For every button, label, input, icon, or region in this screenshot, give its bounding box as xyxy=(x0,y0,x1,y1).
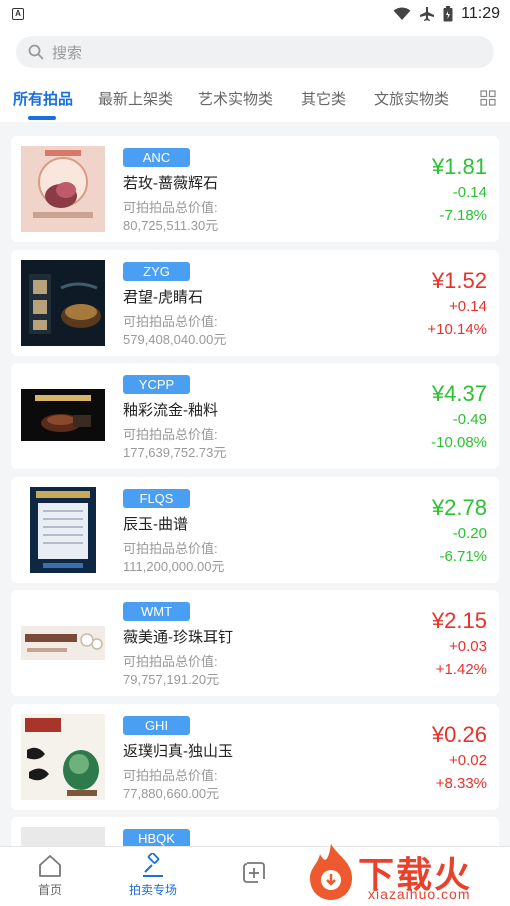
currency-symbol: ¥ xyxy=(431,721,445,747)
item-name: 釉彩流金-釉料 xyxy=(123,402,218,419)
item-price: ¥1.81 xyxy=(432,154,487,180)
item-price: ¥2.15 xyxy=(432,608,487,634)
item-price: ¥4.37 xyxy=(432,381,487,407)
watermark-logo: 下载火 xiazaihuo.com xyxy=(300,840,510,906)
item-thumbnail xyxy=(21,146,105,232)
item-card[interactable]: ANC 若玫-蔷薇辉石 可拍拍品总价值: 80,725,511.30元 ¥1.8… xyxy=(11,136,499,242)
item-price-value: 2.15 xyxy=(444,608,487,633)
item-change-percent: +8.33% xyxy=(435,774,487,792)
clock: 11:29 xyxy=(461,5,500,22)
total-value-label: 可拍拍品总价值: xyxy=(123,767,218,783)
item-change: -0.14 xyxy=(452,184,487,201)
item-name: 君望-虎睛石 xyxy=(123,288,203,306)
item-card[interactable]: ZYG 君望-虎睛石 可拍拍品总价值: 579,408,040.00元 ¥1.5… xyxy=(11,249,499,356)
total-value-label: 可拍拍品总价值: xyxy=(123,313,218,329)
search-icon xyxy=(28,44,44,60)
header: 搜索 所有拍品 最新上架类 艺术实物类 其它类 文旅实物类 xyxy=(0,28,510,122)
nav-home-label: 首页 xyxy=(37,883,62,897)
app-notification-icon: A xyxy=(12,8,24,20)
item-price: ¥1.52 xyxy=(432,268,487,294)
category-grid-icon[interactable] xyxy=(480,90,496,106)
item-code-badge: ANC xyxy=(123,148,190,167)
add-square-icon xyxy=(243,862,265,883)
item-card[interactable]: WMT 薇美通-珍珠耳钉 可拍拍品总价值: 79,757,191.20元 ¥2.… xyxy=(11,590,499,696)
item-thumbnail xyxy=(21,600,105,686)
currency-symbol: ¥ xyxy=(431,494,445,520)
item-change-percent: -7.18% xyxy=(439,207,487,224)
battery-icon xyxy=(443,6,453,22)
total-value-label: 可拍拍品总价值: xyxy=(123,654,218,669)
nav-auction-label: 拍卖专场 xyxy=(128,883,177,897)
item-name: 若玫-蔷薇辉石 xyxy=(123,175,218,192)
currency-symbol: ¥ xyxy=(431,154,445,179)
item-change: -0.20 xyxy=(452,524,487,542)
item-change: +0.14 xyxy=(449,297,487,315)
total-value: 77,880,660.00元 xyxy=(123,785,220,801)
item-change-percent: +1.42% xyxy=(435,661,487,678)
total-value: 80,725,511.30元 xyxy=(123,218,219,233)
item-name: 返璞归真-独山玉 xyxy=(123,742,233,760)
item-code-badge: GHI xyxy=(123,715,190,735)
item-code-badge: YCPP xyxy=(123,375,190,394)
tab-culture-tourism[interactable]: 文旅实物类 xyxy=(374,88,449,109)
item-code-badge: ZYG xyxy=(123,261,190,281)
item-thumbnail xyxy=(21,259,105,346)
tab-newest[interactable]: 最新上架类 xyxy=(98,88,173,109)
nav-add[interactable] xyxy=(214,847,294,906)
nav-home[interactable]: 首页 xyxy=(10,847,90,906)
category-tabs: 所有拍品 最新上架类 艺术实物类 其它类 文旅实物类 xyxy=(0,80,510,120)
item-thumbnail xyxy=(21,373,105,459)
search-bar[interactable]: 搜索 xyxy=(16,36,494,68)
wifi-icon xyxy=(393,7,411,20)
item-card[interactable]: YCPP 釉彩流金-釉料 可拍拍品总价值: 177,639,752.73元 ¥4… xyxy=(11,363,499,469)
nav-auction[interactable]: 拍卖专场 xyxy=(113,847,193,906)
item-price-value: 4.37 xyxy=(444,381,487,406)
total-value: 579,408,040.00元 xyxy=(123,331,227,347)
item-price-value: 2.78 xyxy=(444,494,487,520)
total-value: 79,757,191.20元 xyxy=(123,672,220,687)
item-name: 辰玉-曲谱 xyxy=(123,515,188,533)
item-change: -0.49 xyxy=(452,411,487,428)
item-price-value: 0.26 xyxy=(444,721,487,747)
item-thumbnail xyxy=(21,486,105,573)
item-change-percent: -10.08% xyxy=(431,434,487,451)
total-value: 111,200,000.00元 xyxy=(123,558,225,574)
item-code-badge: FLQS xyxy=(123,488,190,508)
item-price: ¥0.26 xyxy=(432,722,487,748)
item-name: 薇美通-珍珠耳钉 xyxy=(123,629,233,646)
item-code-badge: WMT xyxy=(123,602,190,621)
currency-symbol: ¥ xyxy=(431,267,445,293)
total-value: 177,639,752.73元 xyxy=(123,445,227,460)
item-change: +0.02 xyxy=(449,751,487,769)
tab-other[interactable]: 其它类 xyxy=(301,88,346,109)
currency-symbol: ¥ xyxy=(431,608,445,633)
auction-item-list: ANC 若玫-蔷薇辉石 可拍拍品总价值: 80,725,511.30元 ¥1.8… xyxy=(11,136,499,906)
status-bar: A 11:29 xyxy=(0,0,510,28)
item-price: ¥2.78 xyxy=(432,495,487,521)
watermark-url: xiazaihuo.com xyxy=(368,886,471,902)
tab-all-items[interactable]: 所有拍品 xyxy=(13,88,73,109)
total-value-label: 可拍拍品总价值: xyxy=(123,427,218,442)
airplane-mode-icon xyxy=(420,7,435,21)
item-card[interactable]: FLQS 辰玉-曲谱 可拍拍品总价值: 111,200,000.00元 ¥2.7… xyxy=(11,476,499,583)
item-change-percent: -6.71% xyxy=(439,547,487,565)
active-tab-indicator xyxy=(28,116,56,120)
total-value-label: 可拍拍品总价值: xyxy=(123,200,218,215)
flame-logo-icon xyxy=(310,844,352,900)
home-icon xyxy=(39,855,61,877)
item-change-percent: +10.14% xyxy=(427,320,487,338)
gavel-icon xyxy=(143,853,163,877)
tab-art-objects[interactable]: 艺术实物类 xyxy=(198,88,273,109)
search-placeholder: 搜索 xyxy=(52,44,83,62)
item-price-value: 1.81 xyxy=(444,154,487,179)
currency-symbol: ¥ xyxy=(431,381,445,406)
item-card[interactable]: GHI 返璞归真-独山玉 可拍拍品总价值: 77,880,660.00元 ¥0.… xyxy=(11,703,499,810)
total-value-label: 可拍拍品总价值: xyxy=(123,540,218,556)
item-change: +0.03 xyxy=(449,638,487,655)
item-thumbnail xyxy=(21,713,105,800)
item-price-value: 1.52 xyxy=(444,267,487,293)
